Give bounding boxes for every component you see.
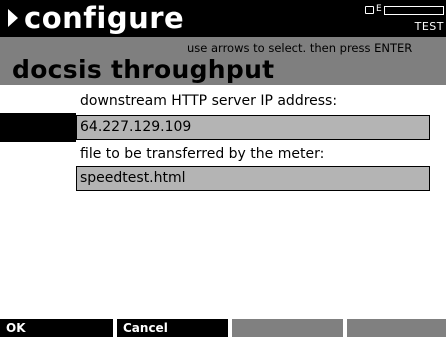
battery-icon [365, 6, 374, 14]
page-title: docsis throughput [12, 55, 275, 84]
selection-indicator [0, 113, 76, 142]
server-ip-label: downstream HTTP server IP address: [80, 93, 338, 109]
softkey-3-button[interactable] [232, 319, 343, 337]
battery-gauge [384, 6, 444, 15]
screen-header: use arrows to select. then press ENTER d… [0, 37, 446, 85]
ok-button[interactable]: OK [0, 319, 113, 337]
battery-label: E [376, 4, 382, 14]
server-ip-field[interactable]: 64.227.129.109 [76, 115, 430, 140]
menu-title: configure [24, 1, 185, 35]
softkey-4-button[interactable] [347, 319, 446, 337]
battery-indicator: E [365, 4, 445, 17]
cancel-button[interactable]: Cancel [117, 319, 228, 337]
menu-arrow-icon [8, 9, 18, 27]
softkey-bar: OK Cancel [0, 319, 446, 337]
meter-screen: configure E TEST use arrows to select. t… [0, 0, 446, 337]
title-bar: configure E TEST [0, 0, 446, 37]
file-name-field[interactable]: speedtest.html [76, 166, 430, 191]
instruction-hint: use arrows to select. then press ENTER [187, 41, 413, 55]
mode-label: TEST [414, 20, 444, 33]
file-name-label: file to be transferred by the meter: [80, 146, 325, 162]
